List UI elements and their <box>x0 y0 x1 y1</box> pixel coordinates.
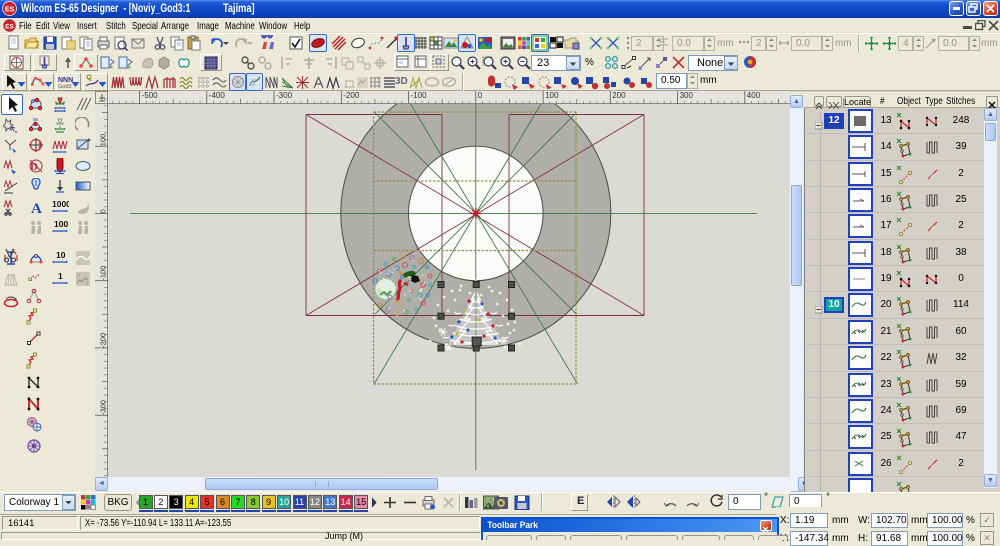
svg-text:ES: ES <box>5 7 15 14</box>
svg-text:1: 1 <box>58 271 63 281</box>
svg-text:-200: -200 <box>99 333 108 348</box>
svg-text:100: 100 <box>545 91 559 100</box>
svg-text:A: A <box>31 201 42 216</box>
svg-text:-500: -500 <box>142 91 159 100</box>
svg-text:-100: -100 <box>99 266 108 281</box>
svg-text:-300: -300 <box>276 91 293 100</box>
svg-text:1000: 1000 <box>52 199 69 209</box>
svg-text:God3: God3 <box>58 84 71 90</box>
svg-text:0: 0 <box>99 209 108 213</box>
svg-text:-300: -300 <box>99 400 108 415</box>
svg-text:-400: -400 <box>209 91 226 100</box>
svg-text:ES: ES <box>5 24 14 31</box>
svg-text:-200: -200 <box>343 91 360 100</box>
svg-text:300: 300 <box>680 91 694 100</box>
svg-text:100: 100 <box>99 134 108 147</box>
svg-text:0: 0 <box>478 91 483 100</box>
svg-text:-100: -100 <box>411 91 428 100</box>
svg-text:200: 200 <box>612 91 626 100</box>
svg-text:10: 10 <box>56 250 66 260</box>
svg-text:400: 400 <box>747 91 761 100</box>
svg-text:100: 100 <box>54 219 68 229</box>
